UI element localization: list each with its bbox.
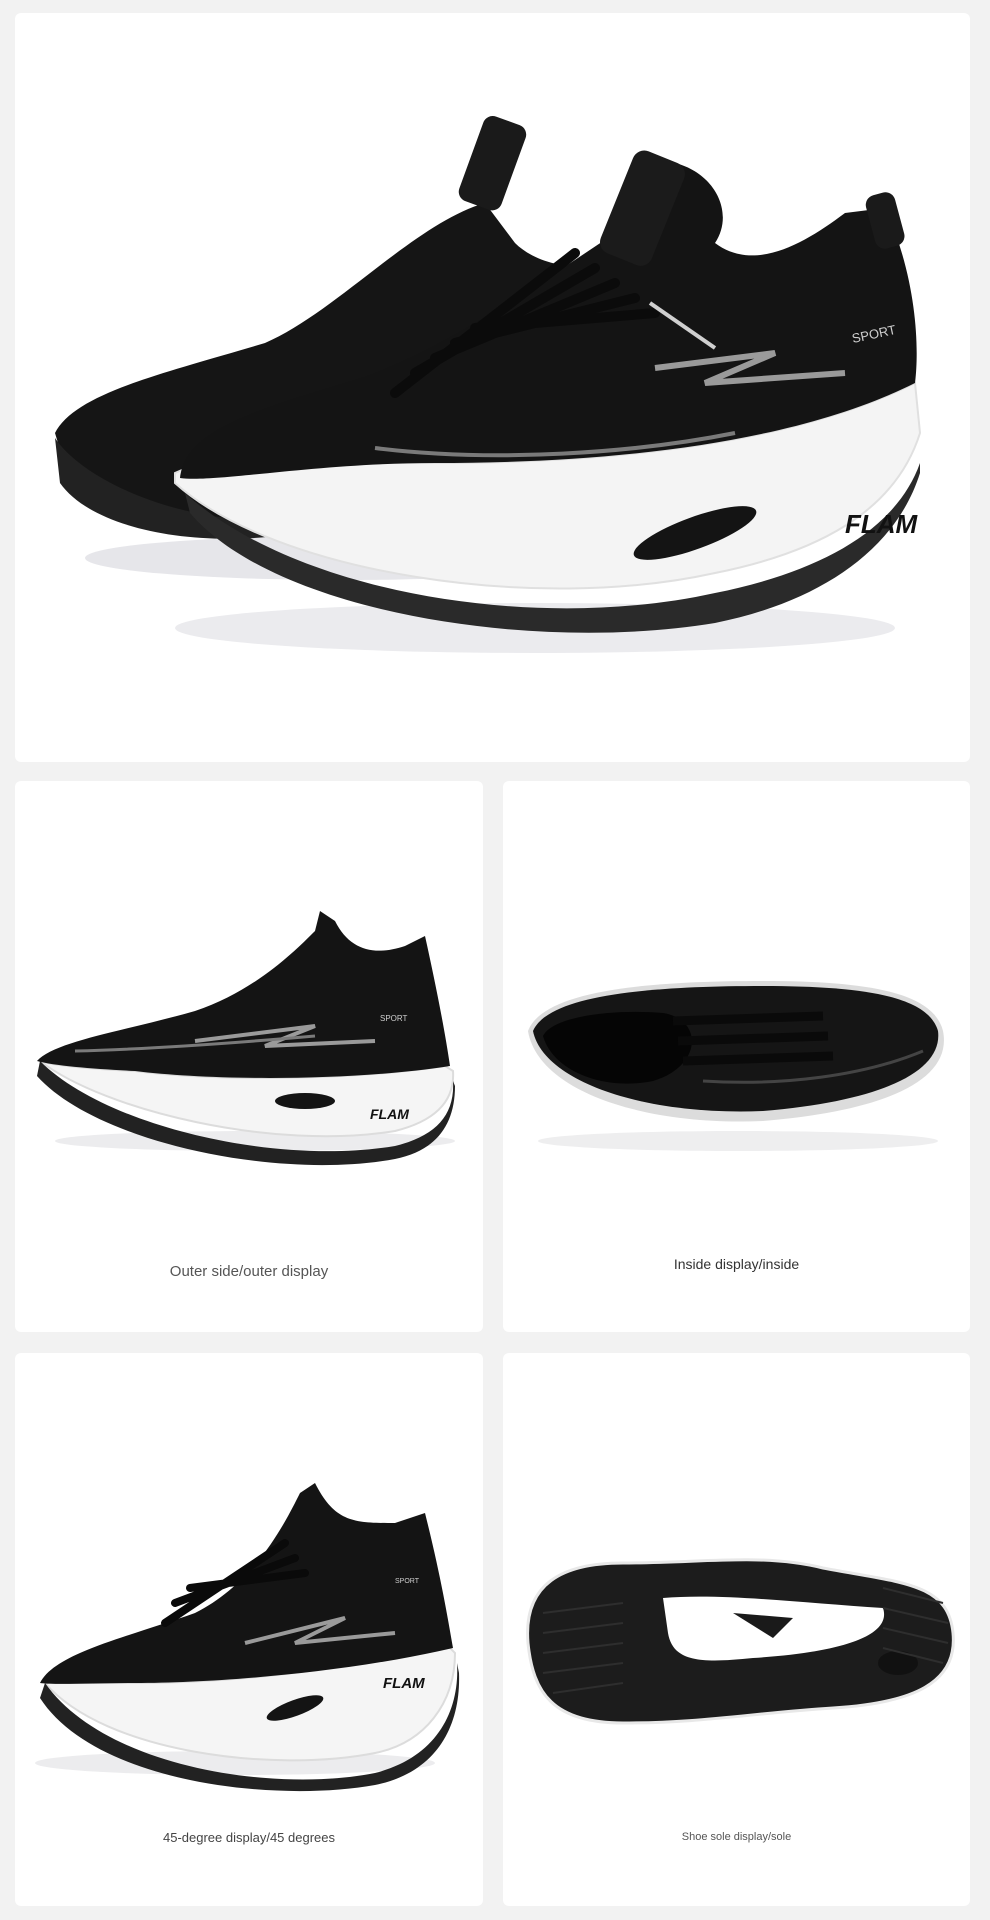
photo-caption: Shoe sole display/sole (681, 1831, 792, 1843)
sole-shoe-image (526, 1558, 955, 1725)
photo-caption: Outer side/outer display (169, 1263, 329, 1280)
brand-mark: FLAM (845, 509, 919, 539)
outer-side-shoe-image: FLAM SPORT (37, 911, 455, 1166)
deg45-card: FLAM SPORT 45-degree display/45 degrees (15, 1353, 483, 1906)
side-text: SPORT (380, 1014, 408, 1023)
shoe-pair-image: FLAM SPORT (55, 116, 922, 653)
brand-mark: FLAM (383, 1675, 425, 1692)
brand-mark: FLAM (370, 1106, 409, 1122)
hero-product-photo: FLAM SPORT (15, 13, 970, 762)
outer-side-card: FLAM SPORT Outer side/outer display (15, 781, 483, 1332)
deg45-shoe-image: FLAM SPORT (35, 1483, 460, 1792)
inside-shoe-image (528, 981, 944, 1151)
side-text: SPORT (395, 1578, 420, 1585)
sole-card: Shoe sole display/sole (503, 1353, 970, 1906)
photo-caption: 45-degree display/45 degrees (162, 1830, 335, 1845)
photo-caption: Inside display/inside (673, 1256, 800, 1272)
inside-card: Inside display/inside (503, 781, 970, 1332)
